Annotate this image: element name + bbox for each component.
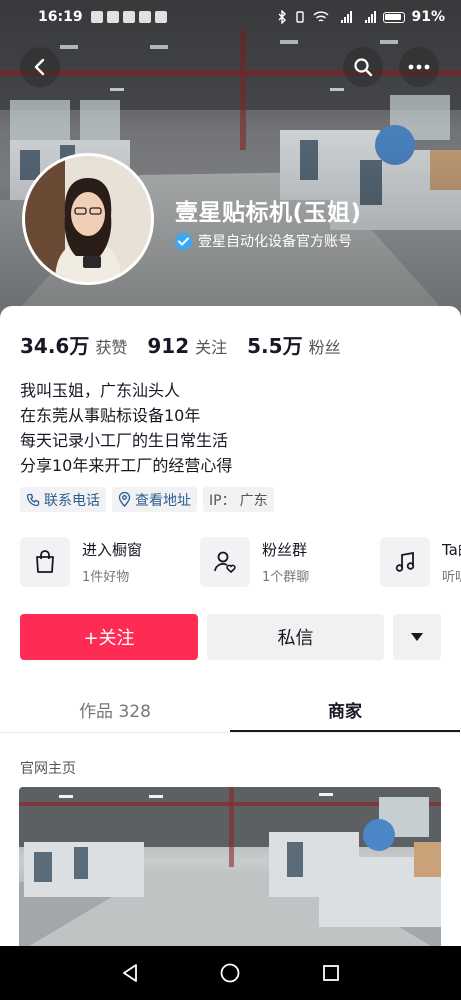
contact-phone-tag[interactable]: 联系电话: [20, 487, 106, 512]
feature-title: 粉丝群: [262, 541, 308, 559]
status-right: 91%: [277, 9, 445, 25]
official-site-card[interactable]: [19, 787, 441, 952]
notification-app-icon: [138, 11, 151, 23]
nav-back-icon[interactable]: [119, 962, 141, 984]
more-horizontal-icon: [408, 64, 430, 70]
system-nav-bar: [0, 946, 461, 1000]
wifi-icon: [313, 10, 330, 22]
bluetooth-icon: [278, 10, 287, 24]
verified-check-icon: [175, 232, 192, 250]
profile-actions: +关注 私信: [20, 614, 441, 660]
feature-subtitle: 1个群聊: [262, 570, 310, 585]
profile-tags: 联系电话 查看地址 IP： 广东: [20, 487, 274, 512]
more-button[interactable]: [399, 47, 439, 87]
status-time: 16:19: [38, 9, 83, 25]
phone-icon: [26, 493, 40, 506]
ip-location-tag: IP： 广东: [203, 487, 274, 512]
status-bar: 16:19 91%: [0, 0, 461, 34]
stat-label: 粉丝: [308, 338, 341, 357]
stat-value: 34.6万: [20, 334, 90, 358]
feature-fan-group[interactable]: 粉丝群 1个群聊: [200, 537, 380, 587]
bio-line: 分享10年来开工厂的经营心得: [20, 456, 233, 475]
stat-likes[interactable]: 34.6万 获赞: [20, 330, 127, 359]
tab-works[interactable]: 作品 328: [0, 686, 230, 732]
stat-label: 关注: [195, 338, 228, 357]
follow-button[interactable]: +关注: [20, 614, 198, 660]
stat-label: 获赞: [95, 338, 128, 357]
bio-line: 在东莞从事贴标设备10年: [20, 406, 201, 425]
nav-recents-icon[interactable]: [320, 962, 342, 984]
music-note-icon: [380, 537, 430, 587]
verified-badge: 壹星自动化设备官方账号: [175, 231, 352, 251]
location-pin-icon: [118, 492, 131, 507]
back-button[interactable]: [20, 47, 60, 87]
signal-icon: [365, 10, 377, 23]
tab-divider: [0, 732, 461, 733]
ip-label: IP：: [209, 492, 236, 509]
search-icon: [354, 58, 373, 77]
battery-percent: 91%: [411, 9, 445, 25]
nav-home-icon[interactable]: [219, 962, 241, 984]
vibrate-icon: [296, 11, 305, 23]
fan-group-icon: [200, 537, 250, 587]
section-title: 官网主页: [20, 761, 76, 777]
feature-music[interactable]: Ta的 听听t: [380, 537, 461, 587]
feature-subtitle: 听听t: [442, 570, 461, 585]
profile-stats: 34.6万 获赞 912 关注 5.5万 粉丝: [20, 330, 361, 359]
shopping-bag-icon: [20, 537, 70, 587]
profile-bio: 我叫玉姐，广东汕头人 在东莞从事贴标设备10年 每天记录小工厂的生日常生活 分享…: [20, 378, 232, 478]
notification-icons: [90, 11, 167, 23]
stat-following[interactable]: 912 关注: [147, 334, 227, 358]
chevron-left-icon: [34, 58, 45, 76]
more-actions-button[interactable]: [393, 614, 441, 660]
search-button[interactable]: [343, 47, 383, 87]
stat-value: 912: [147, 334, 190, 358]
view-address-tag[interactable]: 查看地址: [112, 487, 197, 512]
official-site-image: [19, 787, 441, 952]
stat-value: 5.5万: [247, 334, 303, 358]
contact-phone-label: 联系电话: [44, 492, 100, 509]
view-address-label: 查看地址: [135, 492, 191, 509]
signal-icon: [341, 10, 353, 23]
bio-line: 每天记录小工厂的生日常生活: [20, 431, 229, 450]
profile-tabs: 作品 328 商家: [0, 686, 461, 732]
feature-row: 进入橱窗 1件好物 粉丝群 1个群聊 Ta的 听听t: [20, 537, 461, 587]
bio-line: 我叫玉姐，广东汕头人: [20, 381, 181, 400]
stat-followers[interactable]: 5.5万 粉丝: [247, 330, 340, 359]
feature-subtitle: 1件好物: [82, 570, 130, 585]
battery-icon: [383, 11, 406, 23]
profile-name: 壹星贴标机(玉姐): [175, 200, 362, 226]
avatar-image: [25, 156, 151, 282]
verified-label: 壹星自动化设备官方账号: [198, 234, 352, 250]
message-button[interactable]: 私信: [207, 614, 384, 660]
notification-app-icon: [122, 11, 135, 23]
ip-value: 广东: [239, 492, 268, 509]
feature-title: 进入橱窗: [82, 541, 143, 559]
notification-app-icon: [154, 11, 167, 23]
feature-showcase[interactable]: 进入橱窗 1件好物: [20, 537, 200, 587]
notification-app-icon: [106, 11, 119, 23]
tab-merchant[interactable]: 商家: [230, 686, 460, 732]
avatar[interactable]: [22, 153, 154, 285]
feature-title: Ta的: [442, 541, 461, 559]
caret-down-icon: [411, 633, 423, 641]
notification-app-icon: [90, 11, 103, 23]
